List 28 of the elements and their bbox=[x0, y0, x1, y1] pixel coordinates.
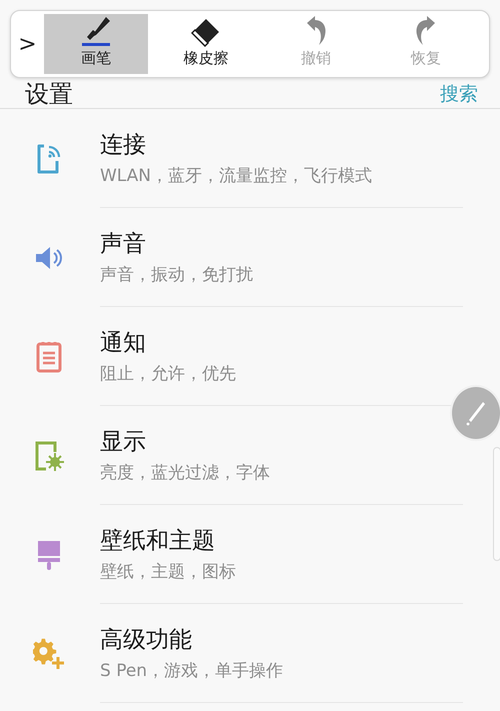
eraser-icon bbox=[191, 17, 221, 47]
item-summary: 阻止，允许，优先 bbox=[100, 363, 237, 385]
side-panel-handle[interactable] bbox=[493, 447, 500, 561]
page-title: 设置 bbox=[25, 80, 73, 108]
toolbar-tool[interactable]: 橡皮擦 bbox=[154, 14, 258, 74]
settings-item[interactable]: 高级功能 S Pen，游戏，单手操作 bbox=[100, 604, 463, 703]
item-summary: 亮度，蓝光过滤，字体 bbox=[100, 462, 271, 484]
tool-label: 画笔 bbox=[81, 49, 111, 68]
item-title: 连接 bbox=[100, 131, 147, 160]
settings-item[interactable]: 连接 WLAN，蓝牙，流量监控，飞行模式 bbox=[100, 109, 463, 208]
tool-label: 撤销 bbox=[301, 49, 331, 68]
pen-icon bbox=[465, 400, 487, 426]
settings-item[interactable]: 声音 声音，振动，免打扰 bbox=[100, 208, 463, 307]
tool-label: 橡皮擦 bbox=[184, 49, 228, 68]
item-title: 通知 bbox=[100, 329, 147, 358]
item-summary: 壁纸，主题，图标 bbox=[100, 561, 237, 583]
settings-item[interactable]: 壁纸和主题 壁纸，主题，图标 bbox=[100, 505, 463, 604]
toolbar-tool[interactable]: 画笔 bbox=[44, 14, 148, 74]
tool-label: 恢复 bbox=[411, 49, 441, 68]
item-title: 壁纸和主题 bbox=[100, 527, 216, 556]
floating-pen-button[interactable] bbox=[452, 387, 500, 439]
item-title: 显示 bbox=[100, 428, 147, 457]
item-title: 声音 bbox=[100, 230, 147, 259]
expand-toolbar-button[interactable]: > bbox=[11, 14, 44, 74]
item-summary: 声音，振动，免打扰 bbox=[100, 264, 254, 286]
item-title: 高级功能 bbox=[100, 626, 193, 655]
item-summary: WLAN，蓝牙，流量监控，飞行模式 bbox=[100, 165, 374, 187]
item-summary: S Pen，游戏，单手操作 bbox=[100, 660, 284, 682]
